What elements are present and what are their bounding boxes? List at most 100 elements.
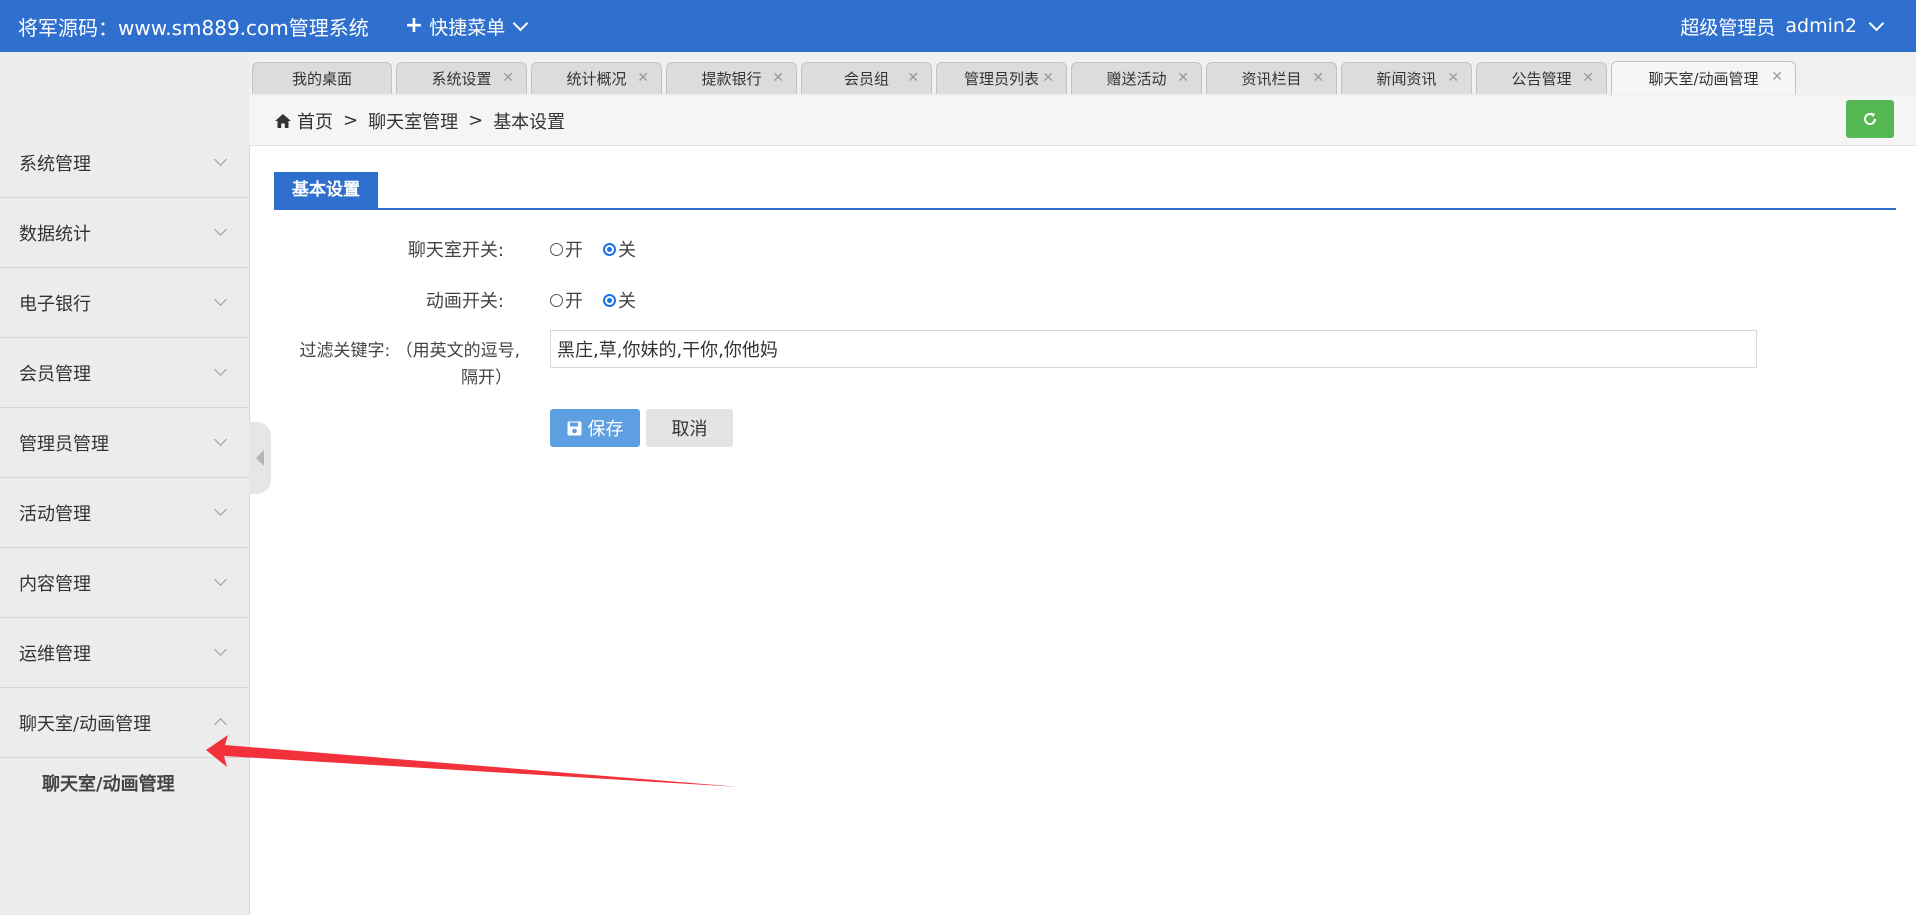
chevron-down-icon xyxy=(214,573,227,586)
cancel-button[interactable]: 取消 xyxy=(646,409,733,447)
tab-system-settings[interactable]: 系统设置 ✕ xyxy=(396,62,527,94)
chatroom-on-radio[interactable]: 开 xyxy=(550,236,583,262)
tab-news[interactable]: 新闻资讯 ✕ xyxy=(1341,62,1472,94)
username: admin2 xyxy=(1785,15,1857,37)
radio-checked-icon xyxy=(603,242,616,256)
animation-switch-group: 开 关 xyxy=(550,287,636,313)
tab-label: 管理员列表 xyxy=(963,70,1039,88)
caret-left-icon xyxy=(256,450,264,466)
chevron-down-icon xyxy=(214,153,227,166)
sidebar-item-label: 聊天室/动画管理 xyxy=(19,713,152,735)
user-role: 超级管理员 xyxy=(1680,16,1776,39)
sidebar-item-admins[interactable]: 管理员管理 xyxy=(0,408,249,478)
section-title: 基本设置 xyxy=(274,172,378,208)
radio-label: 关 xyxy=(618,291,636,312)
refresh-icon xyxy=(1864,112,1877,125)
animation-on-radio[interactable]: 开 xyxy=(550,287,583,313)
filter-keywords-label: 过滤关键字: （用英文的逗号, 隔开） xyxy=(280,338,520,392)
sidebar-item-content[interactable]: 内容管理 xyxy=(0,548,249,618)
chevron-down-icon xyxy=(214,503,227,516)
sidebar-item-ops[interactable]: 运维管理 xyxy=(0,618,249,688)
sidebar-item-statistics[interactable]: 数据统计 xyxy=(0,198,249,268)
sidebar-item-ebank[interactable]: 电子银行 xyxy=(0,268,249,338)
chatroom-switch-group: 开 关 xyxy=(550,236,636,262)
chevron-down-icon xyxy=(214,223,227,236)
close-icon[interactable]: ✕ xyxy=(1177,70,1189,86)
breadcrumb-separator: > xyxy=(343,110,359,131)
close-icon[interactable]: ✕ xyxy=(502,70,514,86)
tab-announcements[interactable]: 公告管理 ✕ xyxy=(1476,62,1607,94)
chevron-down-icon xyxy=(214,363,227,376)
close-icon[interactable]: ✕ xyxy=(1582,70,1594,86)
cancel-button-label: 取消 xyxy=(671,419,708,440)
radio-unchecked-icon xyxy=(550,242,563,256)
tab-label: 提款银行 xyxy=(701,70,762,88)
close-icon[interactable]: ✕ xyxy=(907,70,919,86)
radio-label: 关 xyxy=(618,240,636,261)
sidebar-item-label: 电子银行 xyxy=(19,293,91,315)
tab-bar: 我的桌面 系统设置 ✕ 统计概况 ✕ 提款银行 ✕ 会员组 ✕ 管理员列表 ✕ … xyxy=(249,52,1916,97)
filter-label-line1: 过滤关键字: （用英文的逗号, xyxy=(299,341,520,361)
chevron-down-icon xyxy=(1868,15,1885,31)
section-header: 基本设置 xyxy=(274,172,1896,210)
close-icon[interactable]: ✕ xyxy=(772,70,784,86)
sidebar-item-label: 管理员管理 xyxy=(19,433,109,455)
sidebar-item-activities[interactable]: 活动管理 xyxy=(0,478,249,548)
tab-label: 聊天室/动画管理 xyxy=(1648,70,1759,88)
sidebar-item-label: 会员管理 xyxy=(19,363,91,385)
save-button[interactable]: 保存 xyxy=(550,409,640,447)
tab-label: 公告管理 xyxy=(1511,70,1572,88)
tab-chatroom-animation[interactable]: 聊天室/动画管理 ✕ xyxy=(1611,61,1796,95)
chatroom-off-radio[interactable]: 关 xyxy=(603,236,636,262)
close-icon[interactable]: ✕ xyxy=(1771,69,1783,85)
brand-title: 将军源码：www.sm889.com管理系统 xyxy=(18,15,369,40)
chevron-down-icon xyxy=(512,15,529,31)
breadcrumb-current: 基本设置 xyxy=(493,111,566,133)
breadcrumb: 首页 > 聊天室管理 > 基本设置 xyxy=(249,96,1916,146)
save-button-label: 保存 xyxy=(587,419,624,440)
sidebar-item-system[interactable]: 系统管理 xyxy=(0,128,249,198)
radio-checked-icon xyxy=(603,293,616,307)
user-menu[interactable]: 超级管理员 admin2 xyxy=(1680,0,1885,52)
sidebar-collapse-handle[interactable] xyxy=(249,422,271,494)
sidebar-item-label: 活动管理 xyxy=(19,503,91,525)
tab-label: 赠送活动 xyxy=(1106,70,1167,88)
tab-label: 会员组 xyxy=(843,70,889,88)
breadcrumb-home[interactable]: 首页 xyxy=(297,108,333,134)
plus-icon: + xyxy=(404,13,424,38)
radio-unchecked-icon xyxy=(550,293,563,307)
tab-desktop[interactable]: 我的桌面 xyxy=(252,62,392,94)
tab-label: 资讯栏目 xyxy=(1241,70,1302,88)
tab-stats-overview[interactable]: 统计概况 ✕ xyxy=(531,62,662,94)
sidebar-item-label: 内容管理 xyxy=(19,573,91,595)
breadcrumb-chatroom[interactable]: 聊天室管理 xyxy=(368,108,458,134)
filter-label-line2: 隔开） xyxy=(461,368,512,388)
chevron-down-icon xyxy=(214,643,227,656)
quick-menu-button[interactable]: + 快捷菜单 xyxy=(404,13,529,40)
chatroom-switch-label: 聊天室开关: xyxy=(407,240,504,261)
close-icon[interactable]: ✕ xyxy=(1312,70,1324,86)
tab-label: 系统设置 xyxy=(431,70,492,88)
close-icon[interactable]: ✕ xyxy=(1042,70,1054,86)
sidebar-item-label: 数据统计 xyxy=(19,223,91,245)
animation-switch-label: 动画开关: xyxy=(425,291,504,312)
radio-label: 开 xyxy=(565,291,583,312)
close-icon[interactable]: ✕ xyxy=(1447,70,1459,86)
close-icon[interactable]: ✕ xyxy=(637,70,649,86)
chevron-down-icon xyxy=(214,433,227,446)
animation-off-radio[interactable]: 关 xyxy=(603,287,636,313)
tab-label: 我的桌面 xyxy=(291,70,352,88)
refresh-button[interactable] xyxy=(1846,100,1894,138)
tab-member-group[interactable]: 会员组 ✕ xyxy=(801,62,932,94)
tab-withdraw-bank[interactable]: 提款银行 ✕ xyxy=(666,62,797,94)
home-icon xyxy=(275,113,291,128)
tab-info-column[interactable]: 资讯栏目 ✕ xyxy=(1206,62,1337,94)
tab-gift-activity[interactable]: 赠送活动 ✕ xyxy=(1071,62,1202,94)
quick-menu-label: 快捷菜单 xyxy=(429,16,506,39)
tab-admin-list[interactable]: 管理员列表 ✕ xyxy=(936,62,1067,94)
sidebar-item-members[interactable]: 会员管理 xyxy=(0,338,249,408)
annotation-arrow-icon xyxy=(206,735,740,787)
save-icon xyxy=(567,421,581,435)
filter-keywords-input[interactable] xyxy=(550,330,1757,368)
chevron-down-icon xyxy=(214,293,227,306)
